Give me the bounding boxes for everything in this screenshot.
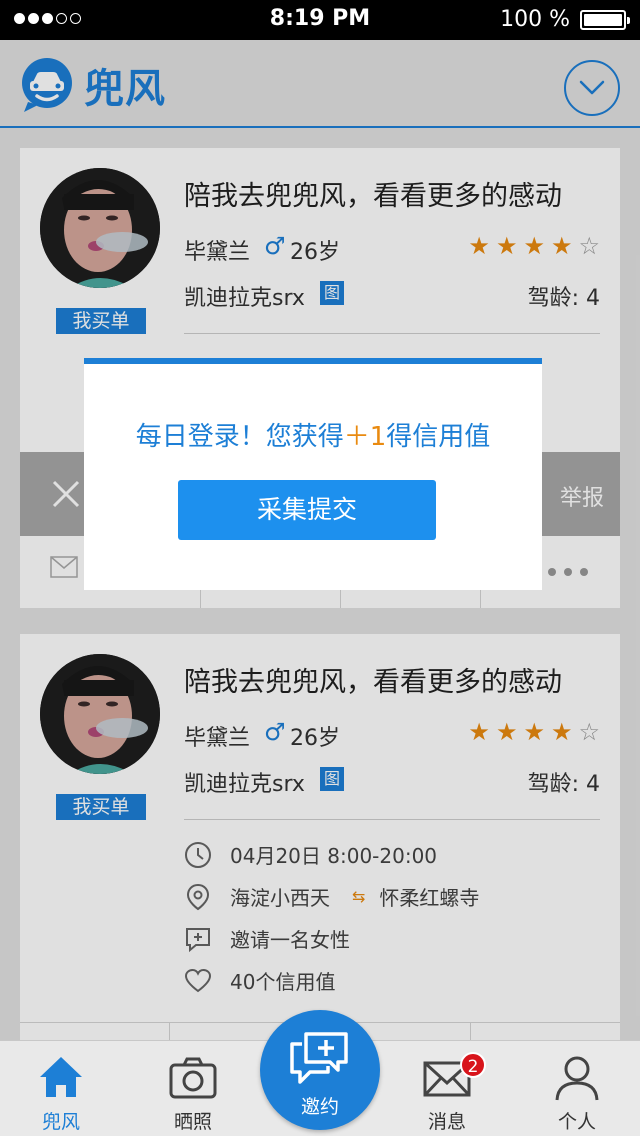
daily-login-dialog: 每日登录！您获得＋1得信用值 采集提交 xyxy=(84,358,542,590)
dialog-message: 每日登录！您获得＋1得信用值 xyxy=(84,416,542,453)
chat-plus-icon xyxy=(290,1032,348,1084)
tab-label: 邀约 xyxy=(300,1096,339,1118)
tab-messages[interactable]: 消息 xyxy=(392,1041,502,1136)
battery-percent: 100 % xyxy=(500,7,570,32)
dialog-credit-plus: ＋1 xyxy=(343,422,387,452)
tab-label: 消息 xyxy=(427,1111,466,1133)
tab-home[interactable]: 兜风 xyxy=(6,1041,116,1136)
tab-label: 晒照 xyxy=(173,1111,212,1133)
home-icon xyxy=(40,1057,82,1097)
submit-button[interactable]: 采集提交 xyxy=(178,480,436,540)
person-icon xyxy=(555,1056,599,1101)
dialog-message-suffix: 得信用值 xyxy=(386,422,491,452)
status-bar: 8:19 PM 100 % xyxy=(0,0,640,40)
message-count-badge: 2 xyxy=(460,1052,486,1078)
dialog-message-prefix: 每日登录！您获得 xyxy=(135,422,344,452)
tab-label: 个人 xyxy=(557,1111,596,1133)
camera-icon xyxy=(169,1057,217,1099)
tab-invite-button[interactable]: 邀约 xyxy=(260,1010,380,1130)
tab-profile[interactable]: 个人 xyxy=(522,1041,632,1136)
tab-label: 兜风 xyxy=(41,1111,80,1133)
tab-photos[interactable]: 晒照 xyxy=(138,1041,248,1136)
battery-icon xyxy=(580,10,630,30)
